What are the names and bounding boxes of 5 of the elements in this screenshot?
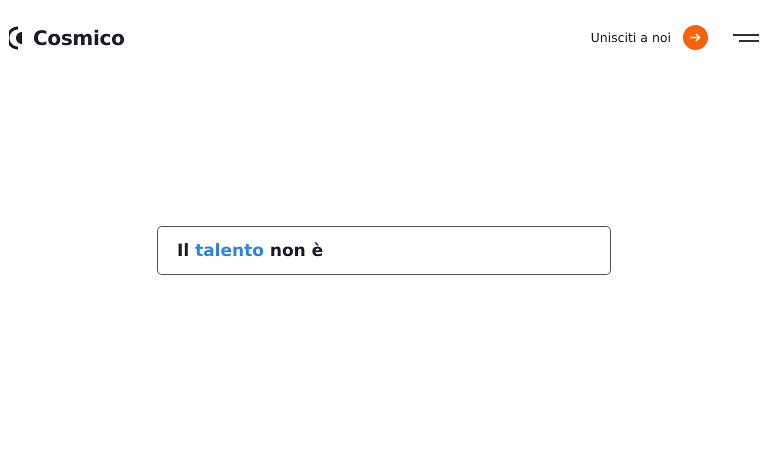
arrow-button-icon[interactable] (683, 25, 708, 50)
headline-text: Il talento non è (177, 240, 324, 260)
menu-icon[interactable] (733, 34, 759, 42)
brand-name: Cosmico (33, 26, 125, 50)
join-link[interactable]: Unisciti a noi (590, 30, 671, 45)
